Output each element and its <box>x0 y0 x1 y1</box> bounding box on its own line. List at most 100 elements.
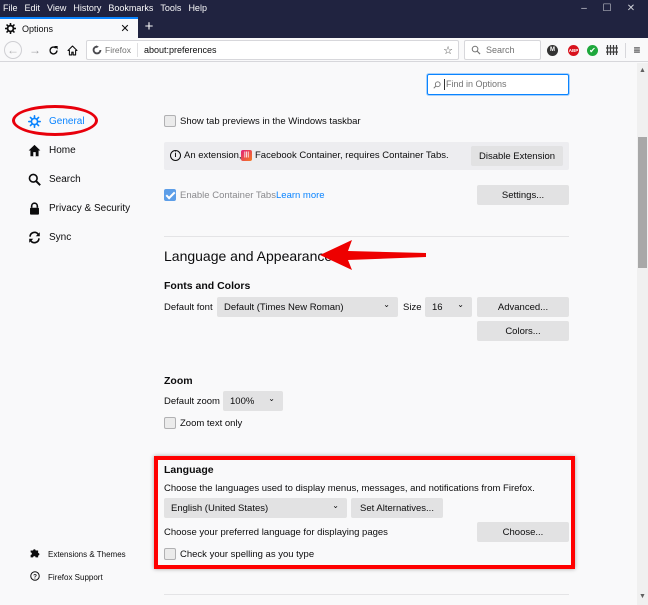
reload-button[interactable] <box>44 41 62 59</box>
annotation-ellipse <box>12 105 98 136</box>
advanced-fonts-button[interactable]: Advanced... <box>477 297 569 317</box>
menu-bookmarks[interactable]: Bookmarks <box>108 3 153 13</box>
learn-more-link[interactable]: Learn more <box>276 190 325 201</box>
sidebar-item-label: Home <box>49 144 76 156</box>
containers-icon[interactable] <box>606 44 618 56</box>
identity-label: Firefox <box>105 45 131 55</box>
zoom-text-only-label: Zoom text only <box>180 418 243 429</box>
zoom-heading: Zoom <box>164 375 193 387</box>
title-bar: File Edit View History Bookmarks Tools H… <box>0 0 648 38</box>
home-button[interactable] <box>63 41 81 59</box>
url-text[interactable]: about:preferences <box>144 45 443 55</box>
help-icon: ? <box>30 568 40 586</box>
search-bar[interactable]: Search <box>464 40 541 60</box>
container-settings-button[interactable]: Settings... <box>477 185 569 205</box>
default-zoom-select[interactable]: 100% ⌄ <box>223 391 283 411</box>
find-in-options-input[interactable]: Find in Options <box>427 74 569 95</box>
sidebar-extensions-themes[interactable]: Extensions & Themes <box>30 545 126 563</box>
search-icon <box>433 80 441 89</box>
lock-icon <box>27 201 41 215</box>
new-tab-button[interactable]: + <box>140 17 158 38</box>
enable-container-tabs-checkbox[interactable] <box>164 189 176 201</box>
size-label: Size <box>403 302 422 313</box>
menu-bar: File Edit View History Bookmarks Tools H… <box>0 0 214 15</box>
sidebar-item-search[interactable]: Search <box>27 171 81 187</box>
sidebar-firefox-support[interactable]: ? Firefox Support <box>30 568 103 586</box>
sidebar-item-label: Privacy & Security <box>49 202 131 214</box>
tab-previews-checkbox[interactable] <box>164 115 176 127</box>
tab-title: Options <box>22 23 54 34</box>
section-title: Language and Appearance <box>164 248 333 264</box>
puzzle-icon <box>30 545 40 563</box>
arrow-left-icon: ← <box>7 43 19 57</box>
m-extension-icon[interactable]: M <box>547 45 558 56</box>
menu-tools[interactable]: Tools <box>160 3 181 13</box>
reload-icon <box>48 45 58 55</box>
font-size-value: 16 <box>432 301 443 313</box>
search-placeholder: Search <box>486 45 515 55</box>
font-size-select[interactable]: 16 ⌄ <box>425 297 472 317</box>
close-window-button[interactable]: ✕ <box>618 2 644 16</box>
info-icon: i <box>170 150 181 161</box>
check-extension-icon[interactable]: ✔ <box>587 45 598 56</box>
menu-help[interactable]: Help <box>188 3 207 13</box>
notice-extension-name: Facebook Container, requires Container T… <box>255 150 449 161</box>
home-icon <box>66 44 78 56</box>
section-divider <box>164 594 569 595</box>
arrow-right-icon: → <box>29 43 41 57</box>
site-identity[interactable]: Firefox <box>87 43 138 57</box>
menu-edit[interactable]: Edit <box>25 3 41 13</box>
navigation-toolbar: ← → Firefox about:preferences ☆ Search M… <box>0 38 648 62</box>
adblock-plus-icon[interactable]: ABP <box>568 45 579 56</box>
gear-icon <box>5 23 16 34</box>
default-font-value: Default (Times New Roman) <box>224 301 344 313</box>
sidebar-item-label: Search <box>49 173 81 185</box>
menu-view[interactable]: View <box>47 3 66 13</box>
annotation-arrow-icon <box>320 240 426 270</box>
chevron-down-icon: ⌄ <box>268 394 275 403</box>
disable-extension-button[interactable]: Disable Extension <box>471 146 563 166</box>
search-icon <box>27 172 41 186</box>
enable-container-tabs-label: Enable Container Tabs <box>180 190 276 201</box>
zoom-text-only-checkbox[interactable] <box>164 417 176 429</box>
maximize-button[interactable]: ☐ <box>594 2 620 16</box>
toolbar-separator <box>625 43 626 58</box>
back-button[interactable]: ← <box>4 41 22 59</box>
chevron-down-icon: ⌄ <box>383 300 390 309</box>
close-tab-icon[interactable]: ✕ <box>118 22 132 35</box>
scroll-up-icon[interactable]: ▲ <box>637 67 648 77</box>
extension-notice: i An extension, ||| Facebook Container, … <box>164 142 569 170</box>
sync-icon <box>27 230 41 244</box>
default-zoom-label: Default zoom <box>164 396 220 407</box>
bookmark-star-icon[interactable]: ☆ <box>443 44 453 57</box>
hamburger-menu-icon[interactable]: ≡ <box>630 43 644 57</box>
tab-previews-label: Show tab previews in the Windows taskbar <box>180 116 361 127</box>
chevron-down-icon: ⌄ <box>457 300 464 309</box>
scrollbar-thumb[interactable] <box>638 137 647 268</box>
home-icon <box>27 143 41 157</box>
find-placeholder: Find in Options <box>444 79 507 90</box>
section-divider <box>164 236 569 237</box>
forward-button[interactable]: → <box>26 41 44 59</box>
sidebar-item-home[interactable]: Home <box>27 142 76 158</box>
sidebar-footer-label: Extensions & Themes <box>48 549 126 559</box>
fonts-colors-heading: Fonts and Colors <box>164 280 251 292</box>
fence-icon <box>606 45 618 55</box>
menu-file[interactable]: File <box>3 3 18 13</box>
sidebar-item-label: Sync <box>49 231 72 243</box>
url-bar[interactable]: Firefox about:preferences ☆ <box>86 40 459 60</box>
sidebar-footer-label: Firefox Support <box>48 572 103 582</box>
scroll-down-icon[interactable]: ▼ <box>637 593 648 603</box>
tab-options[interactable]: Options ✕ <box>0 17 138 38</box>
search-icon <box>471 45 481 55</box>
facebook-container-icon: ||| <box>241 150 252 161</box>
sidebar-item-privacy[interactable]: Privacy & Security <box>27 200 130 216</box>
scrollbar[interactable]: ▲ ▼ <box>637 63 648 605</box>
menu-history[interactable]: History <box>73 3 101 13</box>
annotation-highlight-box <box>154 456 575 569</box>
colors-button[interactable]: Colors... <box>477 321 569 341</box>
default-font-select[interactable]: Default (Times New Roman) ⌄ <box>217 297 398 317</box>
svg-text:?: ? <box>33 574 37 581</box>
sidebar-item-sync[interactable]: Sync <box>27 229 71 245</box>
default-font-label: Default font <box>164 302 213 313</box>
